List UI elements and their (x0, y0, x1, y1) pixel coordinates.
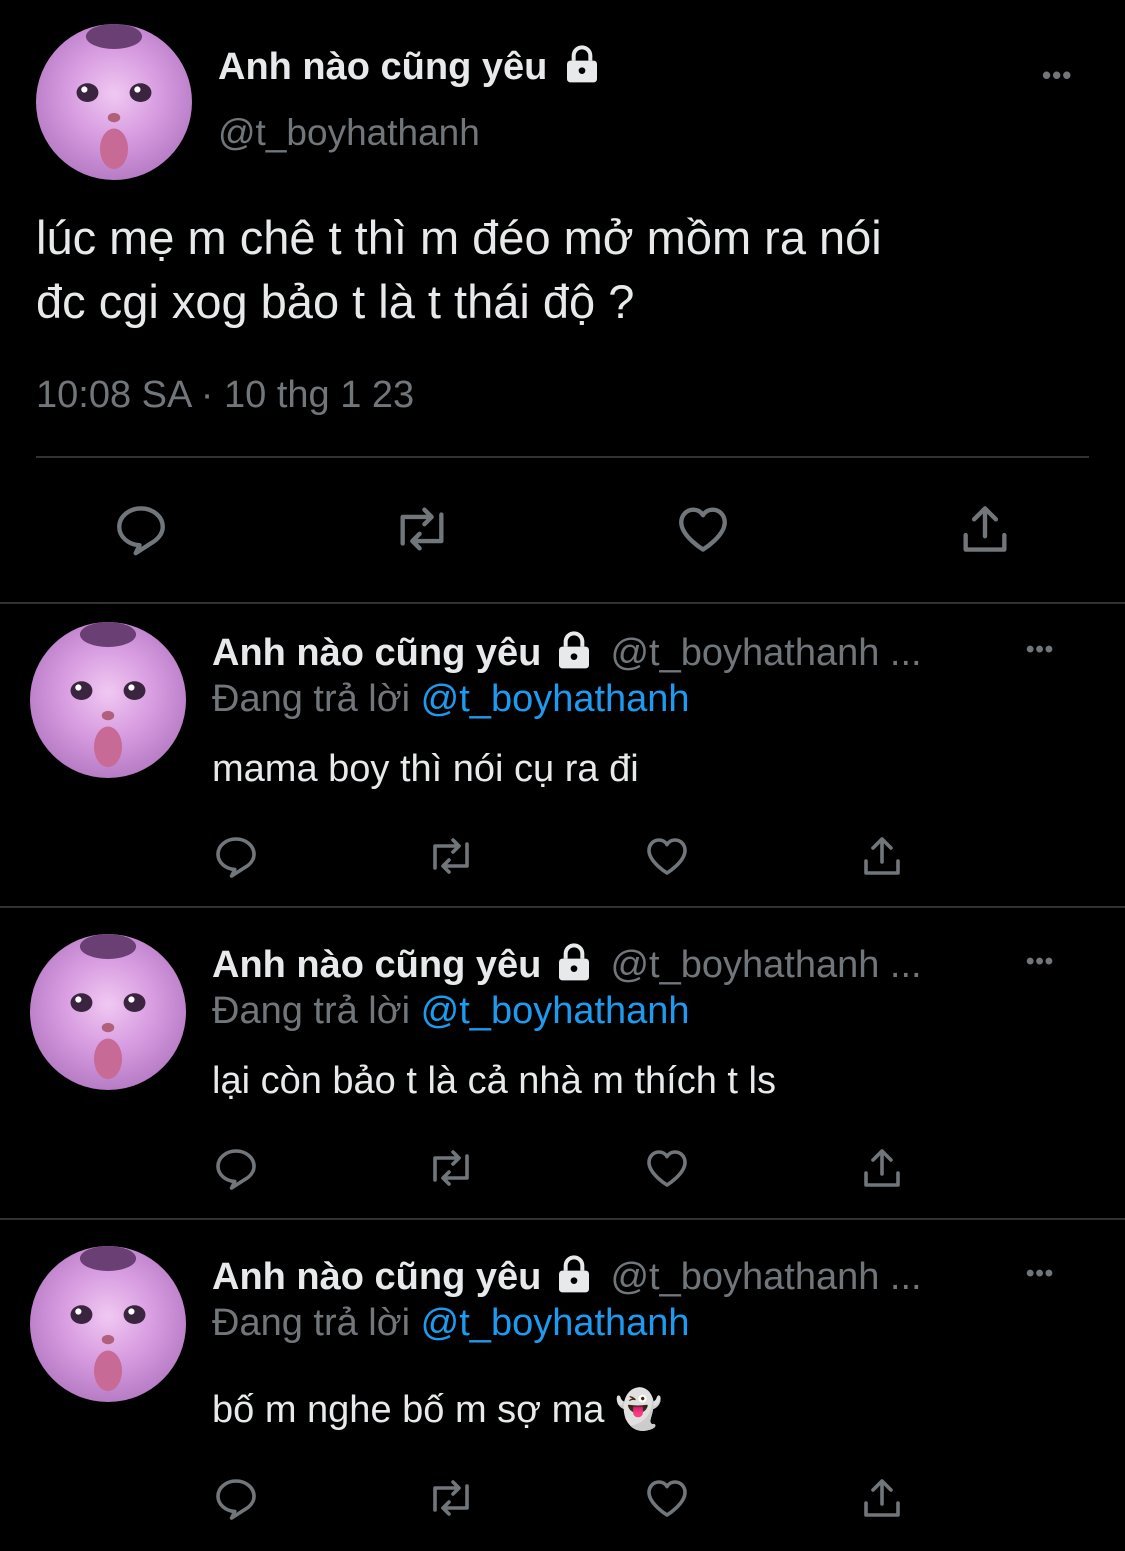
reply-header: Anh nào cũng yêu @t_boyhathanh ... (212, 1254, 922, 1304)
heart-icon[interactable] (643, 1144, 691, 1192)
timestamp[interactable]: 10:08 SA · 10 thg 1 23 (36, 374, 414, 417)
retweet-icon[interactable] (424, 1474, 478, 1522)
lock-icon (554, 1254, 594, 1304)
lock-icon (554, 942, 594, 992)
reply-text: lại còn bảo t là cả nhà m thích t ls (212, 1060, 776, 1102)
replying-to-link[interactable]: @t_boyhathanh (421, 1302, 690, 1344)
replying-to: Đang trả lời @t_boyhathanh (212, 1302, 690, 1345)
divider (0, 1218, 1125, 1220)
divider (36, 456, 1089, 458)
more-icon[interactable]: ••• (1026, 1260, 1054, 1288)
tweet-text: lúc mẹ m chê t thì m đéo mở mồm ra nói đ… (36, 206, 882, 334)
display-name[interactable]: Anh nào cũng yêu (212, 632, 541, 674)
heart-icon[interactable] (674, 500, 732, 558)
more-icon[interactable]: ••• (1026, 948, 1054, 976)
handle[interactable]: @t_boyhathanh (218, 112, 480, 154)
share-icon[interactable] (858, 832, 906, 880)
replying-to: Đang trả lời @t_boyhathanh (212, 678, 690, 721)
reply-text: mama boy thì nói cụ ra đi (212, 748, 639, 790)
replying-to: Đang trả lời @t_boyhathanh (212, 990, 690, 1033)
avatar[interactable] (36, 24, 192, 180)
replying-prefix: Đang trả lời (212, 990, 411, 1032)
replying-to-link[interactable]: @t_boyhathanh (421, 990, 690, 1032)
more-icon[interactable]: ••• (1042, 60, 1072, 91)
tweet-text-line: đc cgi xog bảo t là t thái độ ? (36, 275, 635, 328)
reply-icon[interactable] (212, 1144, 260, 1192)
replying-to-link[interactable]: @t_boyhathanh (421, 678, 690, 720)
share-icon[interactable] (858, 1144, 906, 1192)
divider (0, 602, 1125, 604)
display-name[interactable]: Anh nào cũng yêu (212, 944, 541, 986)
display-name[interactable]: Anh nào cũng yêu (212, 1256, 541, 1298)
replying-prefix: Đang trả lời (212, 678, 411, 720)
reply-icon[interactable] (212, 1474, 260, 1522)
display-name[interactable]: Anh nào cũng yêu (218, 44, 602, 94)
share-icon[interactable] (858, 1474, 906, 1522)
heart-icon[interactable] (643, 832, 691, 880)
share-icon[interactable] (956, 500, 1014, 558)
heart-icon[interactable] (643, 1474, 691, 1522)
handle[interactable]: @t_boyhathanh ... (610, 1256, 921, 1298)
reply-icon[interactable] (112, 500, 170, 558)
handle[interactable]: @t_boyhathanh ... (610, 944, 921, 986)
more-icon[interactable]: ••• (1026, 636, 1054, 664)
reply-text: bố m nghe bố m sợ ma 👻 (212, 1389, 663, 1431)
retweet-icon[interactable] (424, 1144, 478, 1192)
lock-icon (562, 44, 602, 94)
avatar[interactable] (30, 1246, 186, 1402)
handle[interactable]: @t_boyhathanh ... (610, 632, 921, 674)
reply-header: Anh nào cũng yêu @t_boyhathanh ... (212, 942, 922, 992)
tweet-text-line: lúc mẹ m chê t thì m đéo mở mồm ra nói (36, 211, 882, 264)
lock-icon (554, 630, 594, 680)
reply-header: Anh nào cũng yêu @t_boyhathanh ... (212, 630, 922, 680)
reply-icon[interactable] (212, 832, 260, 880)
divider (0, 906, 1125, 908)
retweet-icon[interactable] (424, 832, 478, 880)
avatar[interactable] (30, 934, 186, 1090)
avatar[interactable] (30, 622, 186, 778)
retweet-icon[interactable] (390, 500, 454, 558)
replying-prefix: Đang trả lời (212, 1302, 411, 1344)
